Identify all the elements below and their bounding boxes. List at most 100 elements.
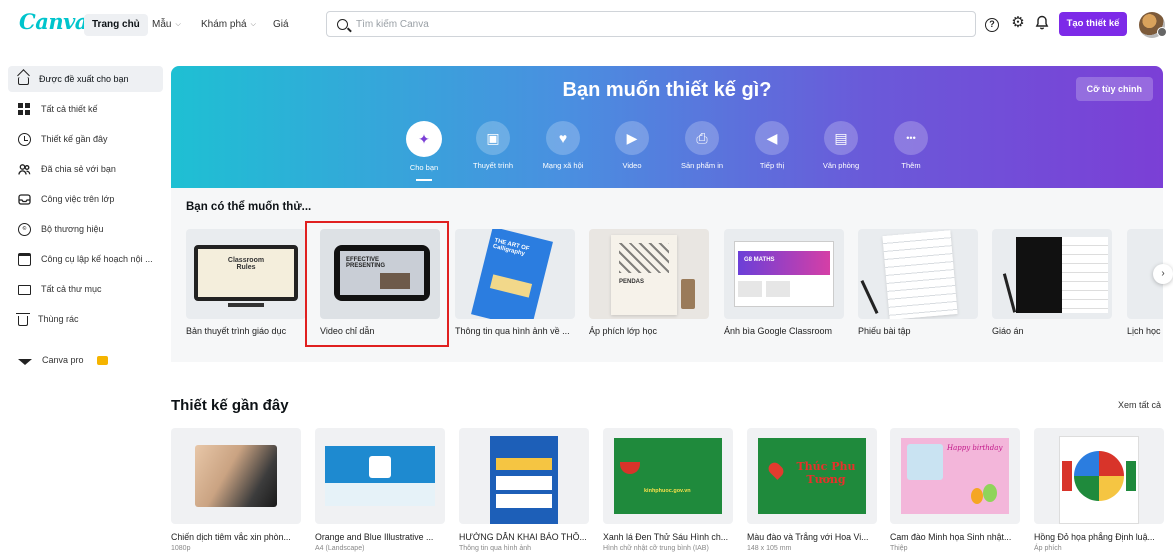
template-thumbnail: PENDAS	[589, 229, 709, 319]
recent-design-thumbnail	[459, 428, 589, 524]
category-label: Sản phẩm in	[680, 161, 724, 170]
more-icon: •••	[894, 121, 928, 155]
template-thumbnail: G8 MATHS	[724, 229, 844, 319]
template-card[interactable]: THE ART OF Calligraphy Thông tin qua hìn…	[455, 229, 575, 336]
category-marketing[interactable]: ◀ Tiếp thị	[732, 121, 812, 170]
recent-design-thumbnail	[1034, 428, 1164, 524]
sidebar-item-classwork[interactable]: Công việc trên lớp	[8, 186, 163, 212]
sidebar-item-canva-pro[interactable]: Canva pro	[8, 347, 163, 373]
template-thumbnail	[992, 229, 1112, 319]
template-card[interactable]: Classroom Rules Bản thuyết trình giáo dụ…	[186, 229, 306, 336]
sidebar-item-recommended[interactable]: Được đề xuất cho bạn	[8, 66, 163, 92]
sidebar-item-folders[interactable]: Tất cả thư mục	[8, 276, 163, 302]
template-thumb-text: G8 MATHS	[744, 257, 775, 263]
category-office[interactable]: ▤ Văn phòng	[801, 121, 881, 170]
category-social-media[interactable]: ♥ Mạng xã hội	[523, 121, 603, 170]
briefcase-icon: ▤	[824, 121, 858, 155]
recent-design-card[interactable]: kinhphuoc.gov.vn Xanh lá Đen Thử Sáu Hìn…	[603, 428, 733, 552]
nav-templates[interactable]: Mẫu ⌵	[152, 14, 181, 36]
heart-icon: ♥	[546, 121, 580, 155]
sidebar-item-label: Đã chia sẻ với bạn	[41, 164, 116, 174]
recent-design-meta: 1080p	[171, 545, 191, 552]
recent-thumb-text: Happy birthday	[947, 444, 1003, 452]
recent-design-card[interactable]: Happy birthday Cam đào Minh họa Sinh nhậ…	[890, 428, 1020, 552]
recent-designs-title: Thiết kế gần đây	[171, 397, 289, 414]
sidebar-item-trash[interactable]: Thùng rác	[8, 306, 163, 332]
home-icon	[18, 77, 29, 85]
calendar-icon	[18, 252, 31, 266]
recent-design-card[interactable]: Hồng Đỏ họa phẳng Định luậ... Áp phích	[1034, 428, 1164, 552]
settings-icon[interactable]: ⚙	[1010, 15, 1026, 31]
recent-design-name: Xanh lá Đen Thử Sáu Hình ch...	[603, 532, 729, 542]
template-label: Lịch học	[1127, 326, 1161, 336]
recent-design-card[interactable]: Orange and Blue Illustrative ... A4 (Lan…	[315, 428, 445, 552]
category-label: Mạng xã hội	[542, 161, 584, 170]
recent-design-name: Cam đào Minh họa Sinh nhật...	[890, 532, 1012, 542]
sidebar-item-recent[interactable]: Thiết kế gần đây	[8, 126, 163, 152]
help-icon[interactable]: ?	[984, 15, 1000, 32]
category-label: Cho bạn	[409, 163, 439, 172]
template-thumbnail: THE ART OF Calligraphy	[455, 229, 575, 319]
template-thumb-text: Classroom Rules	[227, 257, 265, 271]
recent-design-thumbnail	[315, 428, 445, 524]
recent-design-meta: A4 (Landscape)	[315, 545, 365, 552]
chevron-down-icon: ⌵	[175, 21, 181, 28]
recent-design-name: Hồng Đỏ họa phẳng Định luậ...	[1034, 532, 1155, 542]
category-video[interactable]: ▶ Video	[592, 121, 672, 170]
presentation-icon: ▣	[476, 121, 510, 155]
bell-icon[interactable]	[1034, 15, 1050, 31]
chevron-right-icon[interactable]: ›	[1153, 264, 1173, 284]
video-icon: ▶	[615, 121, 649, 155]
template-card[interactable]: Giáo án	[992, 229, 1112, 336]
sidebar-item-brand-kit[interactable]: © Bộ thương hiệu	[8, 216, 163, 242]
recent-design-thumbnail: Happy birthday	[890, 428, 1020, 524]
sidebar-item-label: Thùng rác	[38, 314, 79, 324]
sidebar-item-label: Tất cả thiết kế	[41, 104, 98, 114]
top-bar: Canva Trang chủ Mẫu ⌵ Khám phá ⌵ Giá ? ⚙…	[0, 0, 1173, 48]
recent-design-meta: 148 x 105 mm	[747, 545, 792, 552]
template-label: Thông tin qua hình ảnh về ...	[455, 326, 570, 336]
category-for-you[interactable]: ✦ Cho bạn	[384, 121, 464, 181]
sidebar-item-label: Được đề xuất cho bạn	[39, 74, 129, 84]
category-label: Thêm	[901, 161, 921, 170]
nav-pricing[interactable]: Giá	[273, 14, 289, 36]
nav-discover[interactable]: Khám phá ⌵	[201, 14, 256, 36]
recent-design-card[interactable]: Chiến dịch tiêm vắc xin phòn... 1080p	[171, 428, 301, 552]
search-bar[interactable]	[326, 11, 976, 37]
category-print[interactable]: ⎙ Sản phẩm in	[662, 121, 742, 170]
hero-title: Bạn muốn thiết kế gì?	[562, 79, 772, 101]
nav-pricing-label: Giá	[273, 19, 289, 30]
search-input[interactable]	[356, 18, 956, 30]
recent-design-meta: Thiệp	[890, 545, 908, 552]
trash-icon	[16, 312, 30, 326]
recent-design-name: Orange and Blue Illustrative ...	[315, 532, 434, 542]
chevron-down-icon: ⌵	[250, 21, 256, 28]
template-card[interactable]: Phiếu bài tập	[858, 229, 978, 336]
template-label: Ảnh bìa Google Classroom	[724, 326, 833, 336]
template-card[interactable]: PENDAS Áp phích lớp học	[589, 229, 709, 336]
recent-design-card[interactable]: Thúc Phu Tương Màu đào và Trắng với Hoa …	[747, 428, 877, 552]
category-label: Video	[622, 161, 642, 170]
template-thumbnail: Classroom Rules	[186, 229, 306, 319]
nav-home[interactable]: Trang chủ	[84, 14, 148, 36]
template-thumb-text: PENDAS	[619, 279, 645, 285]
sidebar-item-label: Công cụ lập kế hoạch nội ...	[41, 254, 153, 264]
hero-banner: Bạn muốn thiết kế gì? Cỡ tùy chỉnh ✦ Cho…	[171, 66, 1163, 188]
nav-templates-label: Mẫu	[152, 19, 172, 30]
recent-design-name: HƯỚNG DẪN KHAI BÁO THÔ...	[459, 532, 587, 542]
category-presentation[interactable]: ▣ Thuyết trình	[453, 121, 533, 170]
recent-design-thumbnail	[171, 428, 301, 524]
custom-size-button[interactable]: Cỡ tùy chỉnh	[1075, 77, 1153, 101]
sidebar-item-shared[interactable]: Đã chia sẻ với bạn	[8, 156, 163, 182]
see-all-link[interactable]: Xem tất cả	[1118, 400, 1161, 410]
category-label: Văn phòng	[822, 161, 860, 170]
template-card[interactable]: G8 MATHS Ảnh bìa Google Classroom	[724, 229, 844, 336]
sidebar-item-all-designs[interactable]: Tất cả thiết kế	[8, 96, 163, 122]
category-more[interactable]: ••• Thêm	[871, 121, 951, 170]
highlight-box	[305, 221, 449, 347]
sidebar-item-content-planner[interactable]: Công cụ lập kế hoạch nội ...	[8, 246, 163, 272]
create-design-button[interactable]: Tạo thiết kế	[1059, 12, 1127, 36]
recent-design-meta: Hình chữ nhật cỡ trung bình (IAB)	[603, 545, 709, 552]
canva-logo[interactable]: Canva	[19, 9, 88, 34]
recent-design-card[interactable]: HƯỚNG DẪN KHAI BÁO THÔ... Thông tin qua …	[459, 428, 589, 552]
